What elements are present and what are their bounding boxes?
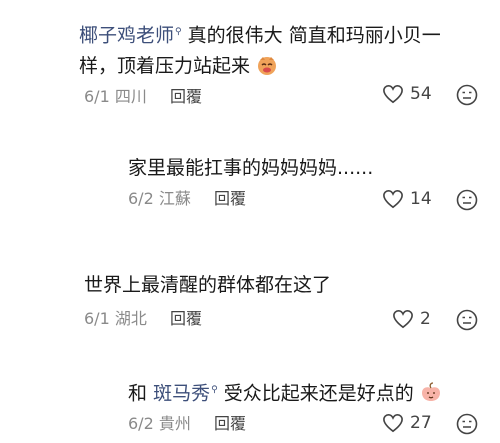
comment-meta: 6/2 江蘇 回覆 <box>128 189 246 209</box>
search-icon[interactable]: ⚲ <box>211 385 218 395</box>
comment-text: 椰子鸡老师⚲ 真的很伟大 简直和玛丽小贝一 <box>79 19 441 48</box>
comment-location: 四川 <box>114 87 147 106</box>
comment-text-cont: 样，顶着压力站起来 <box>79 53 278 79</box>
comment-text: 世界上最清醒的群体都在这了 <box>84 272 331 298</box>
meh-face-icon[interactable] <box>456 84 478 106</box>
comment-date: 6/1 <box>84 87 110 106</box>
like-button[interactable]: 27 <box>382 413 432 433</box>
comment-location: 江蘇 <box>158 189 191 208</box>
comment-body-cont: 样，顶着压力站起来 <box>79 55 251 77</box>
like-button[interactable]: 54 <box>382 84 432 104</box>
comment-body: 世界上最清醒的群体都在这了 <box>84 274 332 296</box>
heart-outline-icon <box>383 84 403 104</box>
heart-outline-icon <box>383 189 403 209</box>
comment-date: 6/1 <box>84 309 110 328</box>
like-button[interactable]: 14 <box>382 189 432 209</box>
reply-prefix: 和 <box>128 382 148 405</box>
reply-button[interactable]: 回覆 <box>170 87 202 106</box>
like-count: 27 <box>410 413 432 433</box>
reply-button[interactable]: 回覆 <box>170 309 202 328</box>
reply-button[interactable]: 回覆 <box>214 414 246 433</box>
comment-date: 6/2 <box>128 189 154 208</box>
search-icon[interactable]: ⚲ <box>175 27 182 37</box>
like-count: 54 <box>410 84 432 104</box>
author-name[interactable]: 椰子鸡老师 <box>79 24 174 46</box>
reply-button[interactable]: 回覆 <box>214 189 246 208</box>
like-count: 2 <box>420 309 431 329</box>
comment-meta: 6/1 湖北 回覆 <box>84 309 202 329</box>
comment-text: 和 斑马秀⚲ 受众比起来还是好点的 <box>128 377 442 406</box>
heart-outline-icon <box>393 309 413 329</box>
mention-name[interactable]: 斑马秀 <box>153 382 210 404</box>
like-button[interactable]: 2 <box>392 309 431 329</box>
peach-face-emoji <box>421 382 440 402</box>
heart-outline-icon <box>383 413 403 433</box>
like-count: 14 <box>410 189 432 209</box>
comment-location: 湖北 <box>114 309 147 328</box>
comment-body: 真的很伟大 简直和玛丽小贝一 <box>187 24 441 47</box>
meh-face-icon[interactable] <box>456 189 478 211</box>
tiger-face-emoji <box>258 57 277 75</box>
comment-meta: 6/1 四川 回覆 <box>84 87 202 107</box>
comment-meta: 6/2 貴州 回覆 <box>128 414 246 434</box>
comment-text: 家里最能扛事的妈妈妈妈...... <box>128 155 373 181</box>
meh-face-icon[interactable] <box>456 309 478 331</box>
comment-date: 6/2 <box>128 414 154 433</box>
comment-location: 貴州 <box>158 414 191 433</box>
comment-body: 家里最能扛事的妈妈妈妈...... <box>128 157 374 179</box>
comment-body: 受众比起来还是好点的 <box>223 382 414 405</box>
meh-face-icon[interactable] <box>456 413 478 435</box>
